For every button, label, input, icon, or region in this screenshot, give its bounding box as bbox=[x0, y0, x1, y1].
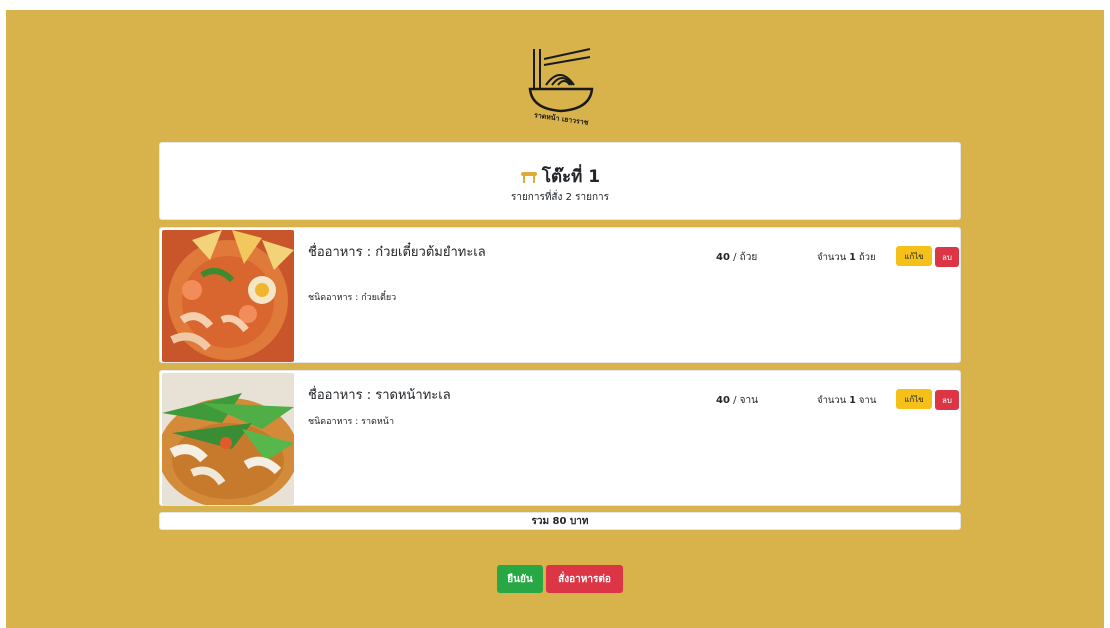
food-name: ชื่ออาหาร : ราดหน้าทะเล bbox=[308, 388, 451, 403]
edit-button[interactable]: แก้ไข bbox=[896, 246, 932, 266]
food-price: 40 / จาน bbox=[716, 393, 758, 408]
logo-text: ราดหน้า เยาวราช bbox=[534, 110, 590, 125]
price-unit: / ถ้วย bbox=[733, 252, 758, 263]
order-item: ชื่ออาหาร : ราดหน้าทะเล ชนิดอาหาร : ราดห… bbox=[159, 370, 961, 506]
quantity-value: 1 bbox=[849, 252, 856, 263]
price-value: 40 bbox=[716, 395, 730, 406]
table-title: โต๊ะที่ 1 bbox=[160, 163, 960, 190]
quantity-unit: จาน bbox=[858, 395, 877, 406]
delete-button[interactable]: ลบ bbox=[935, 390, 959, 410]
food-image-tom-yum bbox=[162, 230, 294, 362]
food-image-rad-na bbox=[162, 373, 294, 505]
restaurant-logo: ราดหน้า เยาวราช bbox=[526, 45, 596, 127]
quantity-prefix: จำนวน bbox=[817, 252, 847, 263]
price-unit: / จาน bbox=[733, 395, 758, 406]
food-type: ชนิดอาหาร : ก๋วยเตี๋ยว bbox=[308, 293, 397, 303]
edit-button[interactable]: แก้ไข bbox=[896, 389, 932, 409]
noodle-bowl-logo-icon: ราดหน้า เยาวราช bbox=[528, 48, 594, 127]
order-count: รายการที่สั่ง 2 รายการ bbox=[510, 192, 610, 203]
order-item: ชื่ออาหาร : ก๋วยเตี๋ยวต้มยำทะเล ชนิดอาหา… bbox=[159, 227, 961, 363]
price-value: 40 bbox=[716, 252, 730, 263]
table-header-card: โต๊ะที่ 1 รายการที่สั่ง 2 รายการ bbox=[159, 142, 961, 220]
food-type: ชนิดอาหาร : ราดหน้า bbox=[308, 417, 395, 427]
order-total: รวม 80 บาท bbox=[159, 512, 961, 530]
delete-button[interactable]: ลบ bbox=[935, 247, 959, 267]
table-title-text: โต๊ะที่ 1 bbox=[541, 167, 601, 187]
food-price: 40 / ถ้วย bbox=[716, 250, 757, 265]
order-more-button[interactable]: สั่งอาหารต่อ bbox=[546, 565, 623, 593]
page-background: ราดหน้า เยาวราช โต๊ะที่ 1 รายการที่สั่ง … bbox=[6, 10, 1104, 628]
food-quantity: จำนวน 1 ถ้วย bbox=[817, 250, 876, 265]
food-quantity: จำนวน 1 จาน bbox=[817, 393, 876, 408]
quantity-value: 1 bbox=[849, 395, 856, 406]
food-name: ชื่ออาหาร : ก๋วยเตี๋ยวต้มยำทะเล bbox=[308, 245, 486, 260]
quantity-unit: ถ้วย bbox=[858, 252, 876, 263]
table-icon bbox=[520, 171, 537, 183]
confirm-button[interactable]: ยืนยัน bbox=[497, 565, 543, 593]
quantity-prefix: จำนวน bbox=[817, 395, 847, 406]
